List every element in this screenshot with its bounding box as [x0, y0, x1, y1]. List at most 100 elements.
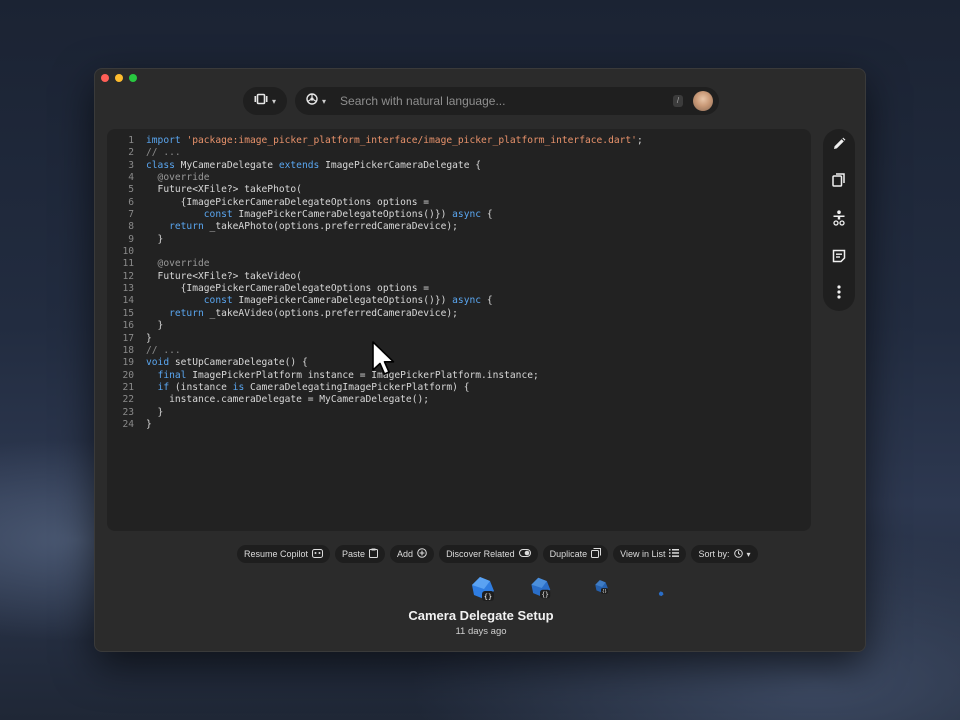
dart-snippet-thumbnail[interactable]: {}	[468, 575, 496, 608]
copy-icon	[832, 172, 846, 192]
svg-text:{}: {}	[542, 592, 549, 599]
code-text: import 'package:image_picker_platform_in…	[146, 135, 643, 146]
code-line: 8 return _takeAPhoto(options.preferredCa…	[107, 221, 643, 233]
code-line: 7 const ImagePickerCameraDelegateOptions…	[107, 209, 643, 221]
line-number: 6	[128, 196, 134, 208]
code-text: Future<XFile?> takePhoto(	[146, 184, 302, 196]
add-button[interactable]: Add	[390, 545, 435, 563]
line-number: 19	[122, 357, 134, 369]
line-number: 13	[122, 283, 134, 295]
code-line: 21 if (instance is CameraDelegatingImage…	[107, 382, 643, 394]
line-number: 12	[122, 270, 134, 282]
add-label: Add	[397, 549, 414, 559]
paste-label: Paste	[342, 549, 366, 559]
search-mode-button[interactable]: ▾	[305, 92, 326, 111]
paste-button[interactable]: Paste	[335, 545, 386, 563]
chevron-down-icon: ▾	[746, 549, 751, 559]
dart-snippet-thumbnail[interactable]: {}	[528, 576, 552, 605]
accessibility-icon	[832, 209, 846, 231]
view-in-list-button[interactable]: View in List	[613, 545, 687, 563]
user-avatar[interactable]	[693, 91, 713, 111]
code-line: 10	[107, 246, 643, 258]
line-number: 3	[128, 159, 134, 171]
line-number: 15	[122, 307, 134, 319]
code-line: 6 {ImagePickerCameraDelegateOptions opti…	[107, 197, 643, 209]
code-line: 11 @override	[107, 258, 643, 270]
code-text: @override	[146, 258, 210, 270]
minimize-window-button[interactable]	[115, 74, 123, 82]
line-number: 7	[128, 209, 134, 221]
plus-circle-icon	[417, 548, 427, 560]
brain-network-icon	[305, 92, 319, 111]
search-bar: ▾ /	[295, 87, 719, 115]
snippet-timestamp: 11 days ago	[455, 626, 507, 637]
list-icon	[669, 549, 680, 559]
code-text: if (instance is CameraDelegatingImagePic…	[157, 381, 470, 393]
code-line: 1 import 'package:image_picker_platform_i…	[107, 135, 643, 147]
code-text: }	[146, 418, 152, 430]
code-text: const ImagePickerCameraDelegateOptions()…	[203, 295, 493, 307]
copy-button[interactable]	[829, 172, 849, 192]
view-in-list-label: View in List	[620, 549, 666, 559]
code-text: void setUpCameraDelegate() {	[146, 357, 308, 369]
resume-copilot-label: Resume Copilot	[244, 549, 309, 559]
clock-icon	[733, 548, 743, 560]
mouse-cursor-icon	[371, 340, 397, 381]
window-controls	[101, 74, 137, 82]
discover-related-label: Discover Related	[446, 549, 515, 559]
close-window-button[interactable]	[101, 74, 109, 82]
chevron-down-icon: ▾	[322, 96, 327, 106]
svg-text:{}: {}	[602, 589, 607, 594]
dart-snippet-thumbnail[interactable]	[658, 584, 664, 602]
svg-text:{}: {}	[484, 593, 492, 601]
code-text: return _takeAVideo(options.preferredCame…	[169, 307, 458, 319]
view-switcher-button[interactable]: ▾	[243, 87, 287, 115]
resume-copilot-button[interactable]: Resume Copilot	[237, 545, 331, 563]
code-editor[interactable]: 1 import 'package:image_picker_platform_i…	[107, 129, 811, 531]
discover-related-button[interactable]: Discover Related	[439, 545, 538, 563]
snippet-carousel: {} {} {}	[95, 573, 867, 605]
dart-snippet-thumbnail[interactable]: {}	[593, 579, 609, 600]
code-text: }	[146, 406, 164, 418]
edit-button[interactable]	[829, 136, 849, 156]
code-text: const ImagePickerCameraDelegateOptions()…	[203, 209, 493, 221]
line-number: 14	[122, 295, 134, 307]
search-input[interactable]	[338, 93, 663, 109]
code-text: Future<XFile?> takeVideo(	[146, 270, 302, 282]
clipboard-icon	[369, 548, 379, 560]
line-number: 17	[122, 332, 134, 344]
line-number: 18	[122, 344, 134, 356]
sort-by-dropdown[interactable]: Sort by: ▾	[691, 545, 758, 563]
code-text: @override	[146, 172, 210, 184]
notes-button[interactable]	[829, 248, 849, 268]
code-text: {ImagePickerCameraDelegateOptions option…	[146, 196, 430, 208]
app-window: ▾ ▾ / 1 import 'package:image_picker_plat…	[94, 68, 866, 652]
line-number: 11	[122, 258, 134, 270]
chevron-down-icon: ▾	[271, 96, 276, 106]
duplicate-label: Duplicate	[549, 549, 588, 559]
line-number: 24	[122, 418, 134, 430]
pencil-icon	[832, 137, 846, 156]
keyboard-shortcut-hint: /	[673, 95, 683, 107]
code-line: 15 return _takeAVideo(options.preferredC…	[107, 308, 643, 320]
line-number: 16	[122, 320, 134, 332]
code-text: final ImagePickerPlatform instance = Ima…	[157, 369, 539, 381]
more-options-button[interactable]	[829, 284, 849, 304]
line-number: 9	[128, 233, 134, 245]
line-number: 2	[128, 147, 134, 159]
sort-by-label: Sort by:	[698, 549, 730, 559]
line-number: 1	[128, 135, 134, 146]
side-toolbar	[823, 129, 855, 311]
duplicate-button[interactable]: Duplicate	[542, 545, 609, 563]
zoom-window-button[interactable]	[129, 74, 137, 82]
code-line: 13 {ImagePickerCameraDelegateOptions opt…	[107, 283, 643, 295]
duplicate-icon	[591, 548, 602, 560]
action-bar: Resume Copilot Paste Add Discover Relate…	[237, 545, 758, 563]
copilot-icon	[312, 548, 324, 560]
toggle-icon	[518, 549, 531, 559]
line-number: 8	[128, 221, 134, 233]
code-line: 16 }	[107, 320, 643, 332]
code-line: 23 }	[107, 407, 643, 419]
share-button[interactable]	[829, 209, 849, 231]
code-text: instance.cameraDelegate = MyCameraDelega…	[146, 394, 430, 406]
